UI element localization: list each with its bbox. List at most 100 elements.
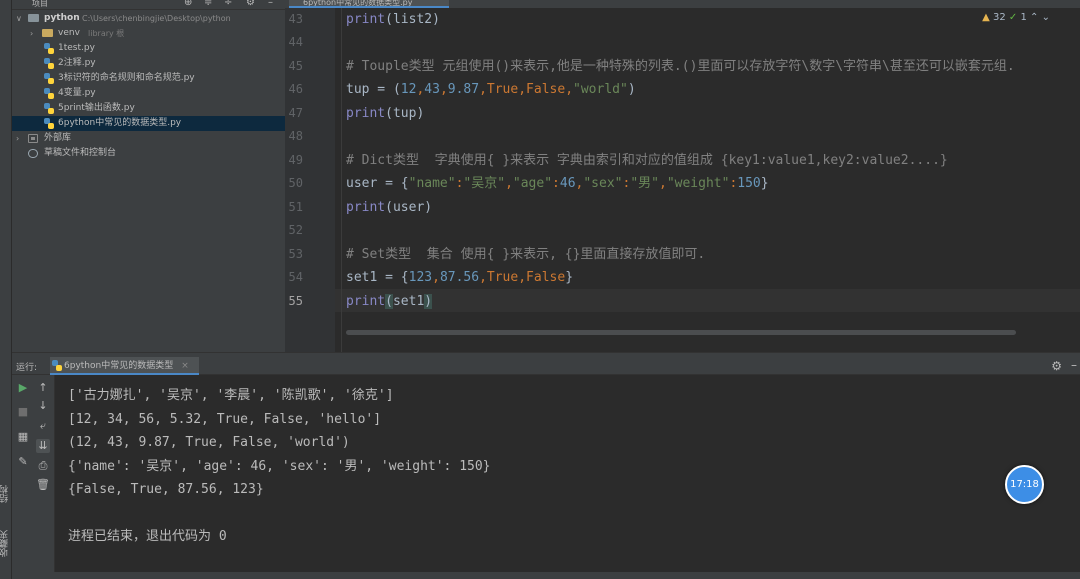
tree-item-file[interactable]: 4变量.py — [12, 86, 285, 101]
collapse-all-icon[interactable]: ≑ — [204, 0, 212, 8]
timer-badge[interactable]: 17:18 — [1005, 465, 1044, 504]
code-string: "age" — [512, 176, 553, 191]
code-line-45: # Touple类型 元组使用()来表示,他是一种特殊的列表.()里面可以存放字… — [346, 55, 1015, 78]
structure-tool-tab[interactable]: 结构 — [0, 480, 12, 508]
venv-label: venv — [58, 28, 80, 38]
rerun-icon[interactable]: ▶ — [16, 381, 30, 395]
code-keyword: True — [486, 82, 519, 97]
console-line: {False, True, 87.56, 123} — [68, 482, 264, 497]
scroll-to-end-icon[interactable]: ⇊ — [36, 439, 50, 453]
print-icon[interactable]: ⎙ — [36, 459, 50, 473]
horizontal-scrollbar[interactable] — [346, 330, 1016, 335]
tree-item-file[interactable]: 5print输出函数.py — [12, 101, 285, 116]
code-number: 123 — [408, 270, 433, 285]
line-number-gutter: 43 44 45 46 47 48 49 50 51 52 53 54 55 — [285, 8, 335, 352]
chevron-right-icon[interactable]: › — [30, 26, 38, 41]
hide-icon[interactable]: – — [268, 0, 273, 8]
code-string: "sex" — [583, 176, 623, 191]
check-icon: ✓ — [1008, 12, 1018, 23]
tree-item-file-selected[interactable]: 6python中常见的数据类型.py — [12, 116, 285, 131]
python-file-icon — [44, 73, 54, 84]
tree-item-file[interactable]: 1test.py — [12, 41, 285, 56]
code-number: 87.56 — [439, 270, 480, 285]
builtin-print: print — [346, 12, 386, 27]
code-text: user = { — [346, 176, 409, 191]
expand-all-icon[interactable]: ÷ — [224, 0, 232, 8]
python-file-icon — [44, 58, 54, 69]
line-number: 46 — [288, 82, 303, 96]
code-number: 43 — [424, 82, 440, 97]
status-bar — [12, 572, 1080, 579]
line-number: 52 — [288, 223, 303, 237]
trash-icon[interactable]: 🗑 — [36, 478, 50, 492]
tree-item-scratches[interactable]: 草稿文件和控制台 — [12, 146, 285, 161]
file-name: 1test.py — [58, 43, 95, 53]
code-string: "吴京" — [463, 176, 506, 191]
code-number: 12 — [400, 82, 417, 97]
code-keyword: True — [486, 270, 519, 285]
code-line-53: # Set类型 集合 使用{ }来表示, {}里面直接存放值即可. — [346, 243, 705, 266]
project-panel-title[interactable]: 项目 — [32, 0, 48, 9]
brace-match: ) — [424, 294, 433, 309]
ok-count: 1 — [1020, 12, 1027, 23]
code-editor[interactable]: ▲ 32 ✓ 1 ⌃ ⌄ print(list2) # Touple类型 元组使… — [335, 8, 1080, 352]
gear-icon[interactable]: ⚙ — [246, 0, 255, 8]
warning-count: 32 — [992, 12, 1006, 23]
console-exit-line: 进程已结束，退出代码为 0 — [68, 529, 227, 544]
file-name: 5print输出函数.py — [58, 103, 135, 113]
console-line: (12, 43, 9.87, True, False, 'world') — [68, 435, 350, 450]
builtin-print: print — [346, 294, 386, 309]
folder-icon — [28, 14, 39, 22]
line-number: 48 — [288, 129, 303, 143]
line-number: 51 — [288, 200, 303, 214]
line-number: 44 — [288, 35, 303, 49]
arrow-up-icon[interactable]: ↑ — [36, 381, 50, 395]
soft-wrap-icon[interactable]: ⤶ — [36, 419, 50, 433]
editor-tab[interactable]: 6python中常见的数据类型.py — [289, 0, 449, 8]
project-panel: 项目 ⊕ ≑ ÷ ⚙ – ∨ python C:\Users\chenbingj… — [12, 0, 285, 352]
code-text: (list2) — [385, 12, 440, 27]
code-text: (user) — [385, 200, 433, 215]
code-line-43: print(list2) — [346, 8, 440, 31]
console-output[interactable]: ['古力娜扎', '吴京', '李晨', '陈凯歌', '徐克'] [12, 3… — [55, 375, 1080, 572]
gear-icon[interactable]: ⚙ — [1051, 359, 1062, 373]
scratches-icon — [28, 149, 38, 158]
code-string: "weight" — [666, 176, 730, 191]
tree-item-file[interactable]: 2注释.py — [12, 56, 285, 71]
builtin-print: print — [346, 200, 386, 215]
stop-icon[interactable]: ■ — [16, 405, 30, 419]
line-number: 47 — [288, 106, 303, 120]
close-icon[interactable]: × — [181, 361, 189, 371]
favorites-tool-tab[interactable]: 收藏夹 — [0, 525, 12, 563]
python-file-icon — [52, 360, 62, 371]
code-number: 9.87 — [447, 82, 480, 97]
line-number: 53 — [288, 247, 303, 261]
chevron-up-icon[interactable]: ⌃ — [1030, 12, 1038, 23]
current-line-highlight — [335, 289, 1080, 312]
python-file-icon — [44, 88, 54, 99]
tree-root-python[interactable]: ∨ python C:\Users\chenbingjie\Desktop\py… — [12, 11, 285, 26]
line-number: 54 — [288, 270, 303, 284]
chevron-down-icon[interactable]: ⌄ — [1042, 12, 1050, 23]
tree-item-external-libs[interactable]: › 外部库 — [12, 131, 285, 146]
locate-icon[interactable]: ⊕ — [184, 0, 192, 8]
console-line: {'name': '吴京', 'age': 46, 'sex': '男', 'w… — [68, 459, 491, 474]
code-line-54: set1 = {123,87.56,True,False} — [346, 270, 574, 285]
chevron-down-icon[interactable]: ∨ — [16, 11, 24, 26]
pin-icon[interactable]: ✎ — [16, 455, 30, 469]
layout-icon[interactable]: ▦ — [16, 430, 30, 444]
brace-match: ( — [385, 294, 393, 309]
hide-icon[interactable]: – — [1071, 358, 1077, 372]
arrow-down-icon[interactable]: ↓ — [36, 399, 50, 413]
tree-item-file[interactable]: 3标识符的命名规则和命名规范.py — [12, 71, 285, 86]
line-number: 49 — [288, 153, 303, 167]
code-text: set1 — [392, 294, 425, 309]
python-file-icon — [44, 118, 54, 129]
line-number-current: 55 — [288, 294, 303, 308]
chevron-right-icon[interactable]: › — [16, 131, 24, 146]
code-number: 46 — [559, 176, 576, 191]
run-config-tab[interactable]: 6python中常见的数据类型 × — [50, 357, 199, 375]
tree-item-venv[interactable]: › venv library 根 — [12, 26, 285, 41]
inspection-widget[interactable]: ▲ 32 ✓ 1 ⌃ ⌄ — [982, 12, 1050, 23]
file-name: 2注释.py — [58, 58, 96, 68]
